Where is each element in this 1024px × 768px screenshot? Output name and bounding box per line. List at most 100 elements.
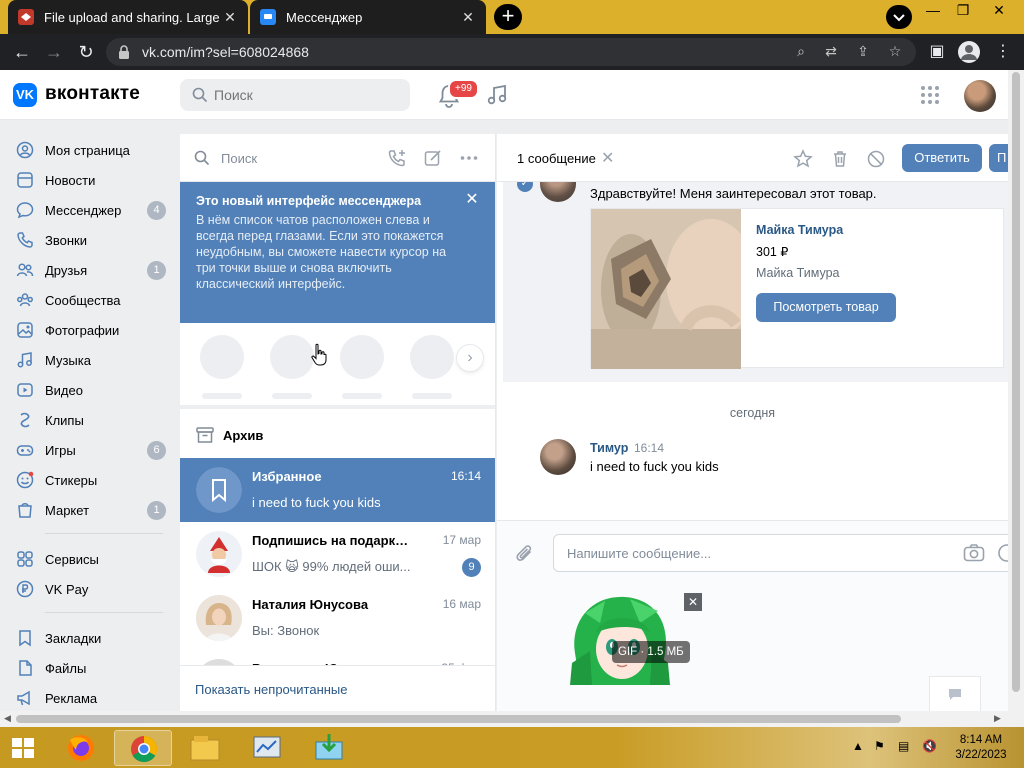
tab-search-button[interactable]	[886, 5, 912, 29]
message-author[interactable]: Тимур	[590, 441, 628, 455]
camera-icon[interactable]	[963, 543, 985, 563]
chevron-right-icon[interactable]: ›	[457, 345, 483, 371]
nav-item-music[interactable]: Музыка	[0, 345, 172, 375]
minimize-icon[interactable]: —	[918, 2, 948, 18]
close-window-icon[interactable]: ✕	[984, 2, 1014, 19]
sidebar-panel-icon[interactable]: ▣	[926, 41, 948, 63]
nav-item-friends[interactable]: Друзья 1	[0, 255, 172, 285]
horizontal-scrollbar[interactable]: ◀ ▶	[0, 711, 1024, 727]
user-avatar[interactable]	[964, 80, 996, 112]
services-grid-icon[interactable]	[920, 85, 940, 105]
forward-button[interactable]: П	[989, 144, 1008, 172]
file-explorer-taskbar-icon[interactable]	[176, 730, 234, 766]
tray-expand-icon[interactable]: ▲	[852, 739, 864, 753]
show-unread-link[interactable]: Показать непрочитанные	[180, 665, 495, 711]
back-arrow-icon[interactable]: ←	[10, 40, 34, 64]
selected-message[interactable]: ✓ Здравствуйте! Меня заинтересовал этот …	[503, 172, 1008, 382]
trash-icon[interactable]	[830, 149, 850, 169]
nav-item-label: Реклама	[45, 691, 98, 706]
chat-row-natalia[interactable]: Наталия Юнусова 16 мар Вы: Звонок	[180, 586, 495, 650]
browser-menu-icon[interactable]: ⋮	[992, 41, 1014, 63]
search-icon[interactable]: ⌕	[792, 43, 810, 61]
nav-item-stickers[interactable]: Стикеры	[0, 465, 172, 495]
chat-search-bar[interactable]: Поиск	[180, 134, 495, 182]
scroll-down-button[interactable]	[929, 676, 981, 711]
firefox-taskbar-icon[interactable]	[52, 730, 110, 766]
view-product-button[interactable]: Посмотреть товар	[756, 293, 896, 322]
product-image[interactable]	[591, 209, 741, 369]
compose-icon[interactable]	[423, 148, 443, 168]
vk-logo-icon[interactable]: VK	[13, 83, 37, 107]
address-bar[interactable]: vk.com/im?sel=608024868 ⌕ ⇄ ⇪ ☆	[106, 38, 916, 66]
chat-row-gifts[interactable]: Подпишись на подарки о... 17 мар ШОК 🙀 9…	[180, 522, 495, 586]
network-icon[interactable]: ▤	[898, 739, 909, 753]
nav-item-photo[interactable]: Фотографии	[0, 315, 172, 345]
action-center-flag-icon[interactable]: ⚑	[874, 739, 885, 753]
vk-search-input[interactable]	[214, 85, 394, 105]
nav-item-clips[interactable]: Клипы	[0, 405, 172, 435]
emoji-icon[interactable]	[997, 543, 1008, 563]
nav-item-vkpay[interactable]: VK Pay	[0, 574, 172, 604]
nav-item-games[interactable]: Игры 6	[0, 435, 172, 465]
vk-search-box[interactable]	[180, 79, 410, 111]
new-call-icon[interactable]	[387, 148, 407, 168]
scroll-left-arrow-icon[interactable]: ◀	[4, 713, 11, 724]
archive-row[interactable]: Архив	[180, 413, 495, 457]
browser-tab-file-upload[interactable]: File upload and sharing. Large fil ✕	[8, 0, 248, 34]
nav-item-user[interactable]: Моя страница	[0, 135, 172, 165]
forward-arrow-icon[interactable]: →	[42, 40, 66, 64]
nav-item-bookmark[interactable]: Закладки	[0, 623, 172, 653]
close-tab-icon[interactable]: ✕	[460, 9, 476, 26]
scroll-right-arrow-icon[interactable]: ▶	[994, 713, 1001, 724]
story-placeholder[interactable]	[340, 335, 384, 379]
story-placeholder[interactable]	[270, 335, 314, 379]
nav-item-communities[interactable]: Сообщества	[0, 285, 172, 315]
downloads-taskbar-icon[interactable]	[300, 730, 358, 766]
translate-icon[interactable]: ⇄	[822, 43, 840, 61]
share-icon[interactable]: ⇪	[854, 43, 872, 61]
message-input[interactable]: Напишите сообщение...	[553, 534, 1008, 572]
reload-icon[interactable]: ↻	[74, 40, 98, 64]
message-time[interactable]: 16:14	[634, 441, 664, 455]
nav-item-services[interactable]: Сервисы	[0, 544, 172, 574]
reply-button[interactable]: Ответить	[902, 144, 982, 172]
star-icon[interactable]	[793, 149, 813, 169]
nav-item-files[interactable]: Файлы	[0, 653, 172, 683]
system-monitor-taskbar-icon[interactable]	[238, 730, 296, 766]
product-title[interactable]: Майка Тимура	[756, 223, 843, 237]
story-placeholder[interactable]	[410, 335, 454, 379]
music-player-icon[interactable]	[486, 84, 508, 106]
spam-block-icon[interactable]	[866, 149, 886, 169]
nav-item-market[interactable]: Маркет 1	[0, 495, 172, 525]
gif-attachment-thumbnail[interactable]	[570, 593, 670, 685]
nav-item-message[interactable]: Мессенджер 4	[0, 195, 172, 225]
story-placeholder[interactable]	[200, 335, 244, 379]
close-tab-icon[interactable]: ✕	[222, 9, 238, 26]
nav-item-video[interactable]: Видео	[0, 375, 172, 405]
sender-avatar[interactable]	[540, 439, 576, 475]
horizontal-scroll-thumb[interactable]	[16, 715, 901, 723]
more-options-icon[interactable]	[459, 148, 479, 168]
vertical-scrollbar[interactable]	[1008, 70, 1024, 711]
new-tab-button[interactable]: +	[494, 4, 522, 30]
product-price: 301 ₽	[756, 245, 789, 259]
chrome-taskbar-icon[interactable]	[114, 730, 172, 766]
close-banner-icon[interactable]: ✕	[464, 192, 480, 208]
nav-item-phone[interactable]: Звонки	[0, 225, 172, 255]
remove-attachment-icon[interactable]: ✕	[684, 593, 702, 611]
product-card[interactable]: Майка Тимура 301 ₽ Майка Тимура Посмотре…	[590, 208, 1004, 369]
chat-row-favorites[interactable]: Избранное 16:14 i need to fuck you kids	[180, 458, 495, 522]
vk-brand-name[interactable]: вконтакте	[45, 83, 140, 105]
nav-item-ads[interactable]: Реклама	[0, 683, 172, 713]
profile-avatar-icon[interactable]	[958, 41, 980, 63]
restore-icon[interactable]: ❐	[948, 2, 978, 19]
vertical-scroll-thumb[interactable]	[1012, 72, 1020, 692]
clear-selection-icon[interactable]: ✕	[601, 148, 614, 168]
windows-start-icon[interactable]	[6, 735, 40, 761]
attach-paperclip-icon[interactable]	[515, 543, 535, 565]
browser-tab-messenger[interactable]: Мессенджер ✕	[250, 0, 486, 34]
bookmark-star-icon[interactable]: ☆	[886, 43, 904, 61]
nav-item-news[interactable]: Новости	[0, 165, 172, 195]
taskbar-clock[interactable]: 8:14 AM 3/22/2023	[949, 733, 1013, 763]
volume-muted-icon[interactable]: 🔇	[922, 739, 937, 753]
